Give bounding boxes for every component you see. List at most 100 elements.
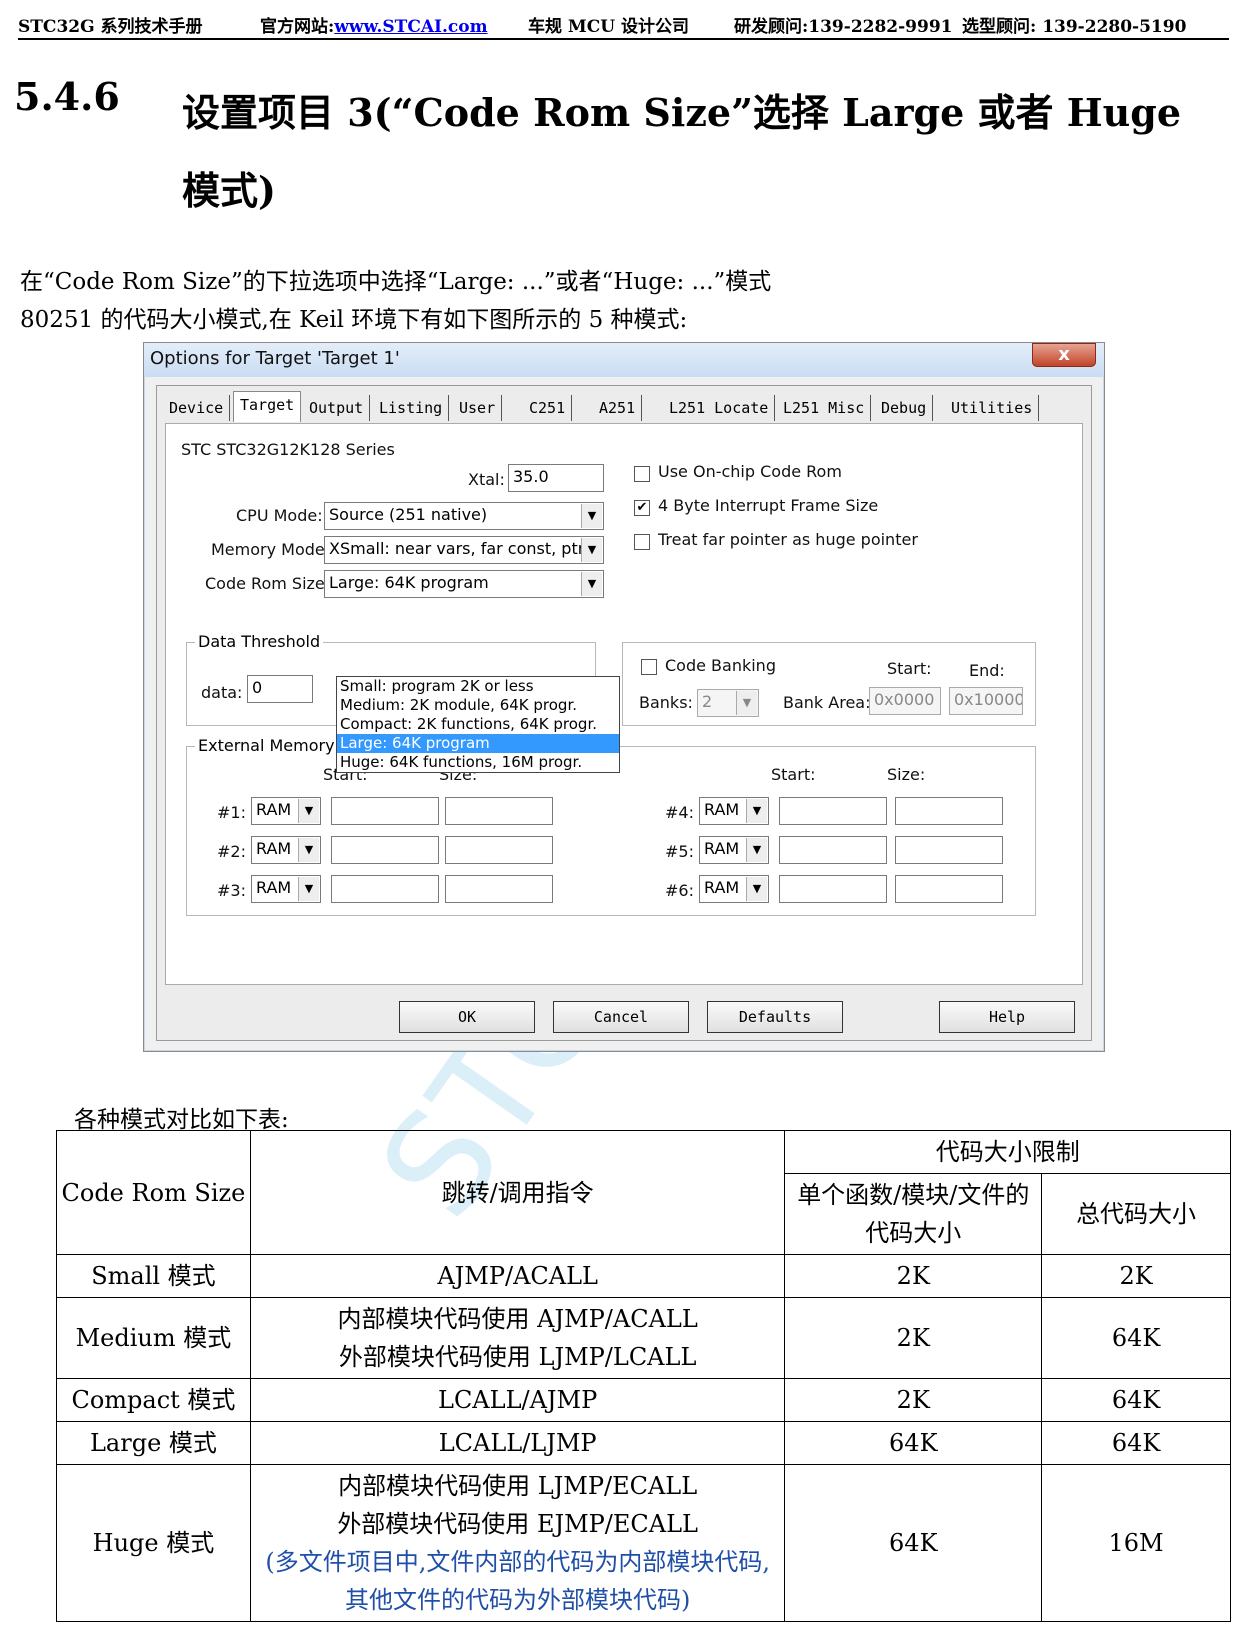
mode-cell: Medium 模式 [56, 1297, 251, 1379]
table-row: Large 模式 LCALL/LJMP 64K 64K [56, 1421, 1231, 1465]
code-rom-option-small[interactable]: Small: program 2K or less [337, 677, 619, 696]
code-rom-option-medium[interactable]: Medium: 2K module, 64K progr. [337, 696, 619, 715]
mode-cell: Small 模式 [56, 1254, 251, 1298]
dialog-title: Options for Target 'Target 1' [150, 348, 400, 369]
tab-debug[interactable]: Debug [875, 395, 934, 421]
mode-comparison-table: Code Rom Size 跳转/调用指令 代码大小限制 单个函数/模块/文件的… [56, 1130, 1231, 1622]
ext-start-input[interactable] [779, 797, 887, 825]
memory-model-select[interactable]: XSmall: near vars, far const, ptr-4 ▼ [324, 536, 604, 564]
tab-listing[interactable]: Listing [373, 395, 450, 421]
ext-type-select[interactable]: RAM ▼ [251, 797, 321, 825]
tab-c251[interactable]: C251 [523, 395, 573, 421]
far-pointer-checkbox[interactable] [634, 534, 650, 550]
tab-output[interactable]: Output [303, 395, 371, 421]
ext-start-input[interactable] [331, 797, 439, 825]
company-slogan: 车规 MCU 设计公司 [528, 17, 690, 37]
banks-select[interactable]: 2 ▼ [697, 689, 759, 717]
chevron-down-icon: ▼ [581, 504, 602, 528]
section-title: 设置项目 3(“Code Rom Size”选择 Large 或者 Huge 模… [182, 90, 1182, 213]
single-size-cell: 2K [784, 1378, 1043, 1422]
ext-size-input[interactable] [895, 836, 1003, 864]
ext-size-input[interactable] [445, 797, 553, 825]
bank-area-label: Bank Area: [783, 693, 871, 712]
selection-contact: 选型顾问: 139-2280-5190 [962, 17, 1187, 37]
code-rom-option-huge[interactable]: Huge: 64K functions, 16M progr. [337, 753, 619, 772]
total-size-cell: 16M [1041, 1464, 1231, 1622]
code-rom-option-large[interactable]: Large: 64K program [337, 734, 619, 753]
ext-type-select[interactable]: RAM ▼ [699, 797, 769, 825]
code-rom-label: Code Rom Size: [205, 574, 331, 593]
table-row: Small 模式 AJMP/ACALL 2K 2K [56, 1254, 1231, 1298]
tab-device[interactable]: Device [163, 395, 231, 421]
chevron-down-icon: ▼ [581, 538, 602, 562]
help-button[interactable]: Help [939, 1001, 1075, 1033]
code-banking-label: Code Banking [665, 656, 776, 675]
ok-button[interactable]: OK [399, 1001, 535, 1033]
code-banking-checkbox[interactable] [641, 659, 657, 675]
chevron-down-icon: ▼ [746, 799, 767, 823]
ext-type-select[interactable]: RAM ▼ [699, 836, 769, 864]
ext-type-select[interactable]: RAM ▼ [251, 836, 321, 864]
tab-user[interactable]: User [453, 395, 503, 421]
header-total-size: 总代码大小 [1041, 1173, 1231, 1255]
close-icon[interactable]: x [1032, 343, 1096, 367]
banks-label: Banks: [639, 693, 693, 712]
total-size-cell: 64K [1041, 1378, 1231, 1422]
jump-cell: 内部模块代码使用 LJMP/ECALL 外部模块代码使用 EJMP/ECALL … [249, 1464, 786, 1622]
chevron-down-icon: ▼ [298, 877, 319, 901]
device-name: STC STC32G12K128 Series [181, 440, 395, 459]
site-label: 官方网站:www.STCAI.com [260, 17, 488, 37]
tab-l251-misc[interactable]: L251 Misc [777, 395, 872, 421]
ext-row-label: #6: [665, 881, 694, 900]
ext-row-label: #2: [217, 842, 246, 861]
xtal-input[interactable]: 35.0 [508, 464, 604, 492]
code-rom-select[interactable]: Large: 64K program ▼ [324, 570, 604, 598]
jump-cell: LCALL/AJMP [249, 1378, 786, 1422]
jump-cell: AJMP/ACALL [249, 1254, 786, 1298]
ext-type-select[interactable]: RAM ▼ [251, 875, 321, 903]
tab-utilities[interactable]: Utilities [945, 395, 1040, 421]
huge-mode-note: (多文件项目中,文件内部的代码为内部模块代码,其他文件的代码为外部模块代码) [265, 1548, 770, 1614]
tab-target[interactable]: Target [233, 391, 302, 422]
chevron-down-icon: ▼ [581, 572, 602, 596]
site-link[interactable]: www.STCAI.com [334, 17, 487, 37]
header-size-limit: 代码大小限制 [784, 1130, 1231, 1174]
tab-a251[interactable]: A251 [593, 395, 643, 421]
header-code-rom-size: Code Rom Size [56, 1130, 251, 1255]
single-size-cell: 2K [784, 1297, 1043, 1379]
jump-cell: 内部模块代码使用 AJMP/ACALL 外部模块代码使用 LJMP/LCALL [249, 1297, 786, 1379]
single-size-cell: 64K [784, 1464, 1043, 1622]
cpu-mode-select[interactable]: Source (251 native) ▼ [324, 502, 604, 530]
single-size-cell: 64K [784, 1421, 1043, 1465]
mode-cell: Huge 模式 [56, 1464, 251, 1622]
total-size-cell: 64K [1041, 1297, 1231, 1379]
bank-end-input[interactable]: 0x10000 [949, 687, 1023, 715]
ext-start-input[interactable] [779, 875, 887, 903]
onchip-rom-label: Use On-chip Code Rom [658, 462, 842, 481]
code-rom-dropdown: Small: program 2K or less Medium: 2K mod… [336, 676, 620, 773]
total-size-cell: 2K [1041, 1254, 1231, 1298]
ext-size-input[interactable] [445, 836, 553, 864]
header-single-size: 单个函数/模块/文件的代码大小 [784, 1173, 1043, 1255]
code-rom-option-compact[interactable]: Compact: 2K functions, 64K progr. [337, 715, 619, 734]
ext-type-select[interactable]: RAM ▼ [699, 875, 769, 903]
cancel-button[interactable]: Cancel [553, 1001, 689, 1033]
ext-start-input[interactable] [331, 836, 439, 864]
running-header: STC32G 系列技术手册 官方网站:www.STCAI.com 车规 MCU … [18, 10, 1229, 40]
bank-start-input[interactable]: 0x0000 [869, 687, 941, 715]
mode-cell: Large 模式 [56, 1421, 251, 1465]
interrupt-frame-checkbox[interactable]: ✔ [634, 500, 650, 516]
onchip-rom-checkbox[interactable] [634, 466, 650, 482]
ext-row-label: #5: [665, 842, 694, 861]
ext-size-input[interactable] [895, 797, 1003, 825]
data-threshold-title: Data Threshold [195, 632, 324, 651]
dialog-titlebar: Options for Target 'Target 1' x [144, 343, 1104, 377]
ext-start-input[interactable] [331, 875, 439, 903]
ext-size-input[interactable] [895, 875, 1003, 903]
defaults-button[interactable]: Defaults [707, 1001, 843, 1033]
ext-start-input[interactable] [779, 836, 887, 864]
data-input[interactable]: 0 [247, 675, 313, 703]
ext-row-label: #4: [665, 803, 694, 822]
tab-l251-locate[interactable]: L251 Locate [663, 395, 776, 421]
ext-size-input[interactable] [445, 875, 553, 903]
